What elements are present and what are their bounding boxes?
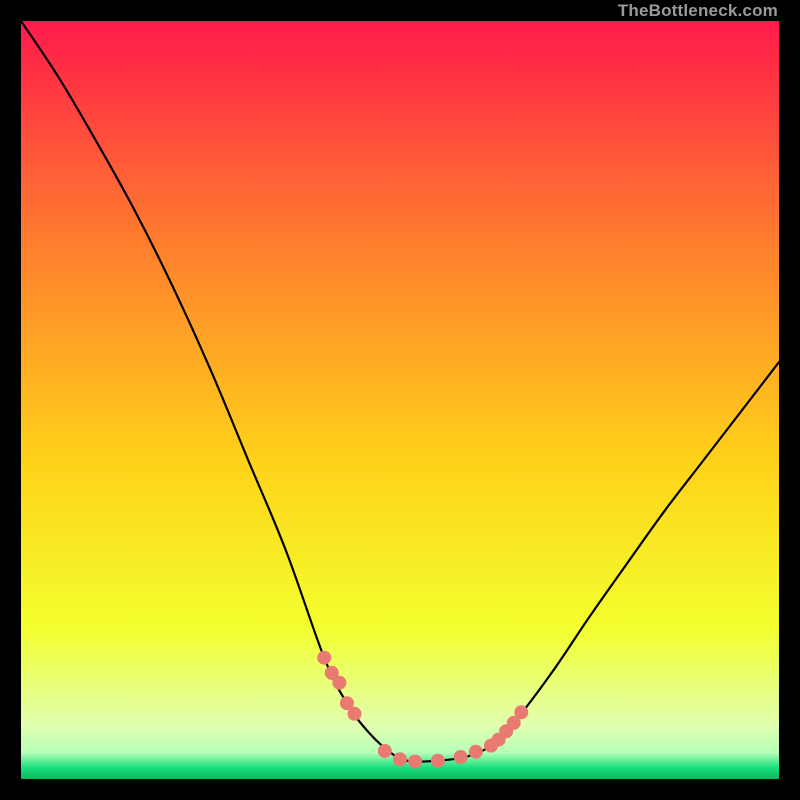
highlight-dot [514, 705, 528, 719]
highlight-dot [378, 744, 392, 758]
highlight-dot [408, 755, 422, 769]
near-optimal-dots [317, 651, 528, 769]
chart-stage: TheBottleneck.com [0, 0, 800, 800]
highlight-dot [431, 754, 445, 768]
highlight-dot [393, 752, 407, 766]
highlight-dot [317, 651, 331, 665]
highlight-dot [454, 750, 468, 764]
bottleneck-curve [21, 21, 779, 762]
highlight-dot [469, 745, 483, 759]
curve-layer [21, 21, 779, 779]
highlight-dot [332, 676, 346, 690]
watermark-text: TheBottleneck.com [618, 0, 778, 21]
plot-area [21, 21, 779, 779]
highlight-dot [348, 707, 362, 721]
